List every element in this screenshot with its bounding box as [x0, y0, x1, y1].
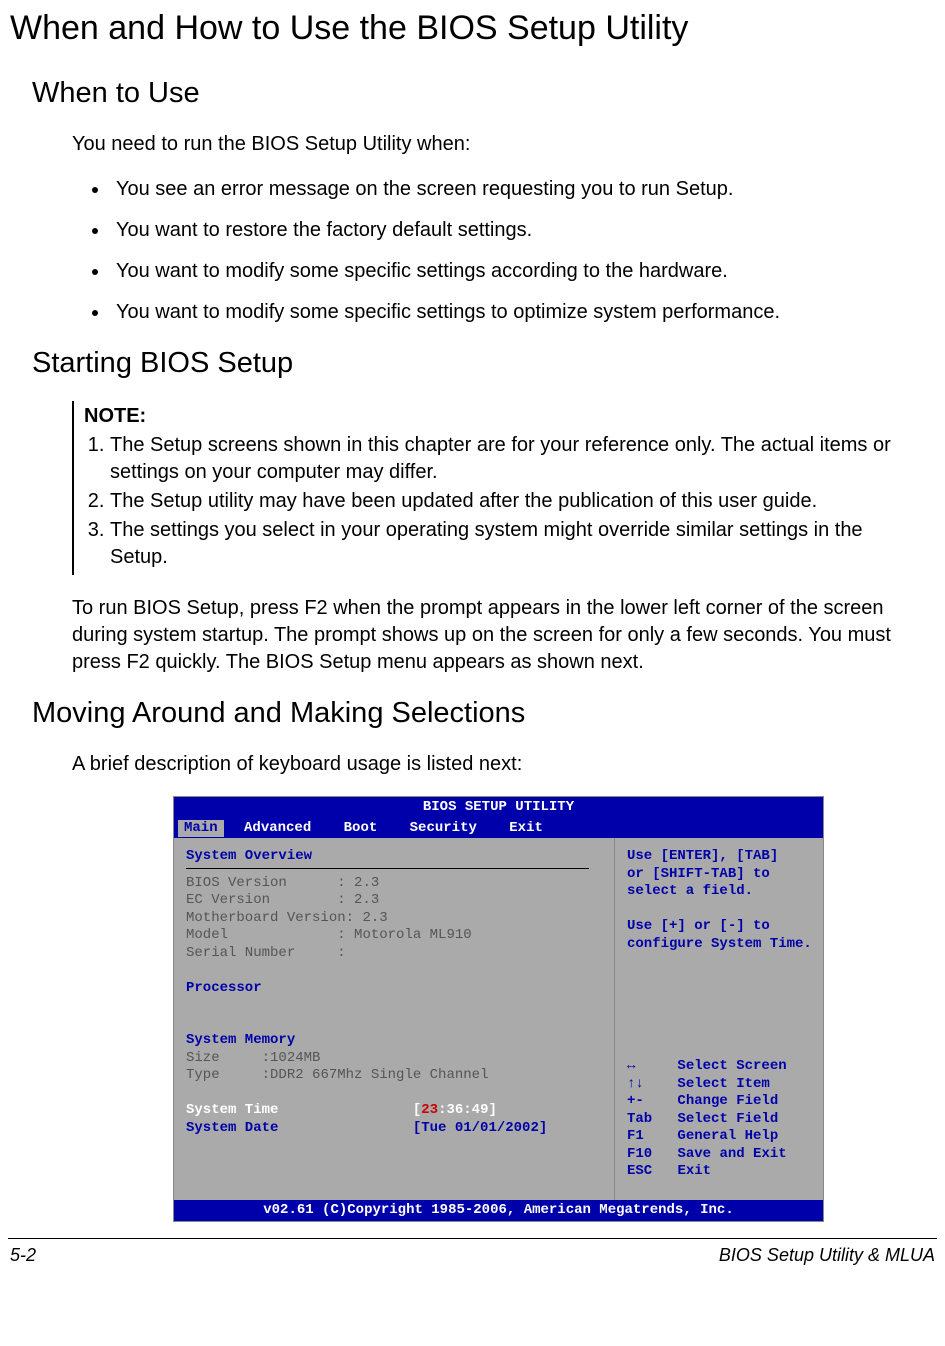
footer-title: BIOS Setup Utility & MLUA: [719, 1243, 935, 1267]
bios-row-value: 2.3: [362, 910, 387, 926]
bios-tab-security: Security: [398, 820, 489, 838]
bios-help-text: Select Screen: [677, 1058, 786, 1074]
bios-help-key: ESC: [627, 1163, 652, 1179]
bullet-item: You see an error message on the screen r…: [110, 176, 925, 203]
bios-left-pane: System Overview BIOS Version : 2.3 EC Ve…: [174, 838, 614, 1200]
bios-tab-main: Main: [178, 820, 224, 838]
bios-help-key: F10: [627, 1146, 652, 1162]
bios-time-rest: :36:49]: [438, 1102, 497, 1118]
bullet-item: You want to modify some specific setting…: [110, 299, 925, 326]
note-label: NOTE:: [84, 403, 925, 430]
bios-row-label: BIOS Version: [186, 875, 287, 891]
note-item: The Setup utility may have been updated …: [110, 488, 925, 515]
bios-menubar: Main Advanced Boot Security Exit: [174, 819, 823, 839]
bios-date-value: [Tue 01/01/2002]: [413, 1120, 547, 1136]
bios-row-value: 1024MB: [270, 1050, 320, 1066]
bios-help-key: F1: [627, 1128, 644, 1144]
section-heading-when: When to Use: [32, 74, 935, 113]
bios-row-label: Motherboard Version:: [186, 910, 354, 926]
bios-help-key: ↔: [627, 1058, 635, 1074]
bios-help-text: Select Item: [677, 1076, 769, 1092]
page-title: When and How to Use the BIOS Setup Utili…: [10, 6, 935, 52]
bios-tab-exit: Exit: [497, 820, 555, 838]
bios-help-key: +-: [627, 1093, 644, 1109]
bios-help-text: General Help: [677, 1128, 778, 1144]
bios-row-value: 2.3: [354, 892, 379, 908]
starting-paragraph: To run BIOS Setup, press F2 when the pro…: [72, 595, 925, 676]
bios-tab-boot: Boot: [332, 820, 390, 838]
bullet-item: You want to modify some specific setting…: [110, 258, 925, 285]
bios-memory-heading: System Memory: [186, 1032, 606, 1050]
bios-row-label: EC Version: [186, 892, 270, 908]
bios-time-label: System Time: [186, 1102, 278, 1118]
section-heading-moving: Moving Around and Making Selections: [32, 694, 935, 733]
bios-help-line: or [SHIFT-TAB] to: [627, 866, 812, 884]
note-item: The settings you select in your operatin…: [110, 517, 925, 571]
bios-date-label: System Date: [186, 1120, 278, 1136]
bios-help-line: select a field.: [627, 883, 812, 901]
bios-row-label: Size: [186, 1050, 220, 1066]
bios-title: BIOS SETUP UTILITY: [174, 797, 823, 819]
bios-overview-heading: System Overview: [186, 848, 606, 866]
bios-row-value: 2.3: [354, 875, 379, 891]
bullet-item: You want to restore the factory default …: [110, 217, 925, 244]
bios-right-pane: Use [ENTER], [TAB] or [SHIFT-TAB] to sel…: [614, 838, 824, 1200]
bios-help-key: ↑↓: [627, 1076, 644, 1092]
page-number: 5-2: [10, 1243, 36, 1267]
bios-row-label: Serial Number: [186, 945, 295, 961]
when-intro: You need to run the BIOS Setup Utility w…: [72, 131, 925, 158]
bios-help-text: Exit: [677, 1163, 711, 1179]
bios-row-value: Motorola ML910: [354, 927, 472, 943]
bios-bracket: [: [413, 1102, 421, 1118]
bios-help-line: Use [ENTER], [TAB]: [627, 848, 812, 866]
section-heading-starting: Starting BIOS Setup: [32, 344, 935, 383]
bios-help-line: Use [+] or [-] to: [627, 918, 812, 936]
bios-screenshot: BIOS SETUP UTILITY Main Advanced Boot Se…: [173, 796, 824, 1222]
bios-row-value: DDR2 667Mhz Single Channel: [270, 1067, 488, 1083]
note-block: NOTE: The Setup screens shown in this ch…: [72, 401, 925, 575]
bios-help-text: Save and Exit: [677, 1146, 786, 1162]
bios-help-text: Select Field: [677, 1111, 778, 1127]
bios-tab-advanced: Advanced: [232, 820, 323, 838]
bios-help-line: configure System Time.: [627, 936, 812, 954]
moving-intro: A brief description of keyboard usage is…: [72, 751, 925, 778]
bios-processor-heading: Processor: [186, 980, 606, 998]
bios-row-label: Type: [186, 1067, 220, 1083]
bios-help-key: Tab: [627, 1111, 652, 1127]
bios-time-hh: 23: [421, 1102, 438, 1118]
note-item: The Setup screens shown in this chapter …: [110, 432, 925, 486]
bios-help-text: Change Field: [677, 1093, 778, 1109]
bios-row-label: Model: [186, 927, 228, 943]
bios-footer: v02.61 (C)Copyright 1985-2006, American …: [174, 1200, 823, 1222]
